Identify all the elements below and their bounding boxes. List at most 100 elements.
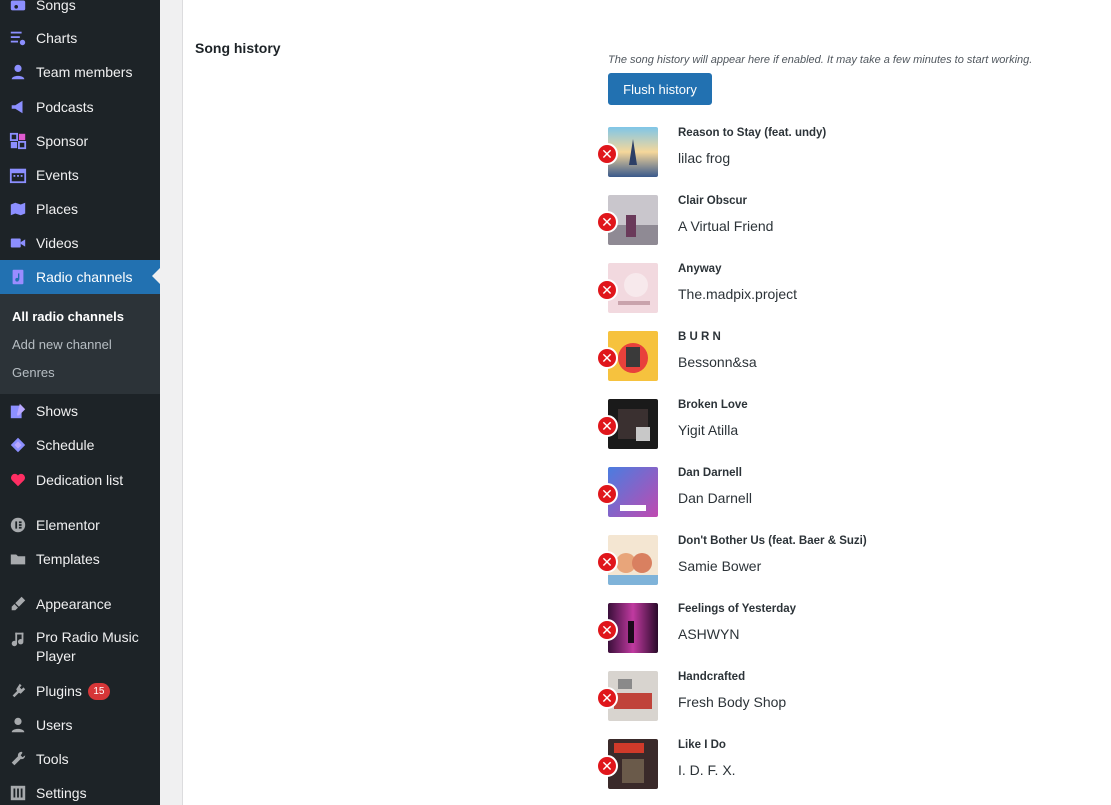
music-icon [0, 628, 36, 648]
plugins-update-badge: 15 [87, 682, 110, 700]
delete-song-icon[interactable]: ✕ [596, 279, 618, 301]
edit-page-icon [0, 402, 36, 420]
delete-song-icon[interactable]: ✕ [596, 211, 618, 233]
menu-label: Settings [36, 784, 87, 801]
menu-item-radio-channels[interactable]: Radio channels [0, 260, 160, 294]
audio-file-icon [0, 268, 36, 286]
song-history-item: ✕ Anyway The.madpix.project [596, 263, 1076, 315]
submenu-add-new-channel[interactable]: Add new channel [12, 337, 112, 352]
menu-item-podcasts[interactable]: Podcasts [0, 90, 160, 124]
delete-song-icon[interactable]: ✕ [596, 415, 618, 437]
person-icon [0, 63, 36, 81]
delete-song-icon[interactable]: ✕ [596, 619, 618, 641]
video-camera-icon [0, 234, 36, 252]
megaphone-icon [0, 98, 36, 116]
menu-label: Charts [36, 29, 78, 46]
song-history-item: ✕ Reason to Stay (feat. undy) lilac frog [596, 127, 1076, 179]
menu-item-users[interactable]: Users [0, 708, 160, 742]
delete-song-icon[interactable]: ✕ [596, 551, 618, 573]
menu-label: Songs [36, 0, 76, 13]
plug-icon [0, 682, 36, 700]
menu-item-schedule[interactable]: Schedule [0, 428, 160, 462]
song-title: Broken Love [678, 399, 748, 411]
menu-label: Radio channels [36, 268, 133, 285]
song-history-heading: Song history [195, 40, 281, 56]
song-history-item: ✕ Broken Love Yigit Atilla [596, 399, 1076, 451]
song-history-item: ✕ Like I Do I. D. F. X. [596, 739, 1076, 791]
menu-label: Events [36, 166, 79, 183]
delete-song-icon[interactable]: ✕ [596, 483, 618, 505]
menu-item-shows[interactable]: Shows [0, 394, 160, 428]
menu-item-pro-radio-music-player[interactable]: Pro Radio Music Player [0, 628, 160, 670]
chart-list-icon [0, 29, 36, 47]
song-artist: Samie Bower [678, 558, 762, 574]
menu-item-songs[interactable]: Songs [0, 0, 160, 22]
delete-song-icon[interactable]: ✕ [596, 143, 618, 165]
heart-icon [0, 471, 36, 489]
menu-item-charts[interactable]: Charts [0, 21, 160, 55]
menu-label: Sponsor [36, 132, 89, 149]
menu-item-tools[interactable]: Tools [0, 742, 160, 776]
song-history-item: ✕ Handcrafted Fresh Body Shop [596, 671, 1076, 723]
ticket-icon [0, 436, 36, 454]
song-artist: A Virtual Friend [678, 218, 774, 234]
sliders-icon [0, 784, 36, 802]
music-note-icon [0, 0, 36, 14]
menu-item-team-members[interactable]: Team members [0, 55, 160, 89]
menu-item-videos[interactable]: Videos [0, 226, 160, 260]
wrench-icon [0, 750, 36, 768]
song-history-item: ✕ Clair Obscur A Virtual Friend [596, 195, 1076, 247]
menu-label: Dedication list [36, 471, 124, 488]
calendar-icon [0, 166, 36, 184]
menu-label: Podcasts [36, 98, 94, 115]
menu-item-templates[interactable]: Templates [0, 542, 160, 576]
song-title: Clair Obscur [678, 195, 748, 207]
flush-history-button[interactable]: Flush history [608, 73, 712, 105]
grid-icon [0, 132, 36, 150]
menu-label: Appearance [36, 595, 112, 612]
menu-item-events[interactable]: Events [0, 158, 160, 192]
admin-sidebar: Songs Charts Team members Podcasts Spons… [0, 0, 160, 805]
menu-label: Pro Radio Music Player [36, 629, 139, 664]
menu-label: Places [36, 200, 79, 217]
song-title: Feelings of Yesterday [678, 603, 797, 615]
paintbrush-icon [0, 595, 36, 613]
elementor-icon [0, 516, 36, 534]
menu-item-appearance[interactable]: Appearance [0, 587, 160, 621]
menu-label: Team members [36, 63, 133, 80]
menu-item-places[interactable]: Places [0, 192, 160, 226]
content-gutter [160, 0, 182, 805]
users-icon [0, 716, 36, 734]
song-artist: Dan Darnell [678, 490, 752, 506]
menu-label: Templates [36, 550, 100, 567]
song-title: Like I Do [678, 739, 726, 751]
song-artist: lilac frog [678, 150, 731, 166]
song-artist: The.madpix.project [678, 286, 798, 302]
song-history-item: ✕ Don't Bother Us (feat. Baer & Suzi) Sa… [596, 535, 1076, 587]
menu-item-settings[interactable]: Settings [0, 776, 160, 805]
song-title: Reason to Stay (feat. undy) [678, 127, 827, 139]
menu-item-sponsor[interactable]: Sponsor [0, 124, 160, 158]
menu-label: Videos [36, 234, 79, 251]
menu-label: Users [36, 716, 73, 733]
delete-song-icon[interactable]: ✕ [596, 687, 618, 709]
menu-item-elementor[interactable]: Elementor [0, 508, 160, 542]
submenu-all-radio-channels[interactable]: All radio channels [12, 309, 124, 324]
delete-song-icon[interactable]: ✕ [596, 755, 618, 777]
delete-song-icon[interactable]: ✕ [596, 347, 618, 369]
menu-label: Plugins [36, 682, 82, 699]
radio-channels-submenu: All radio channels Add new channel Genre… [0, 294, 160, 394]
menu-label: Elementor [36, 516, 100, 533]
song-history-description: The song history will appear here if ena… [608, 54, 1033, 66]
menu-label: Tools [36, 750, 69, 767]
submenu-genres[interactable]: Genres [12, 365, 55, 380]
song-title: Anyway [678, 263, 722, 275]
map-icon [0, 200, 36, 218]
song-artist: Yigit Atilla [678, 422, 739, 438]
song-history-item: ✕ Dan Darnell Dan Darnell [596, 467, 1076, 519]
song-artist: ASHWYN [678, 626, 740, 642]
menu-item-plugins[interactable]: Plugins 15 [0, 674, 160, 708]
menu-item-dedication-list[interactable]: Dedication list [0, 463, 160, 497]
menu-label: Schedule [36, 436, 95, 453]
song-artist: I. D. F. X. [678, 762, 736, 778]
